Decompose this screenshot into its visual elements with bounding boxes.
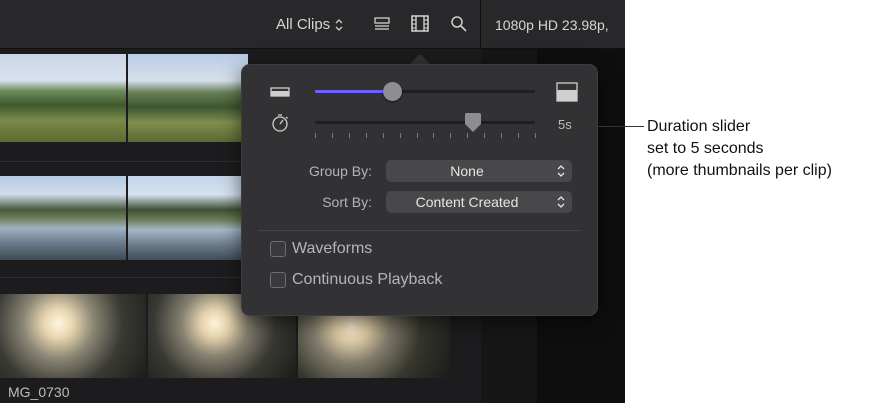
clip-appearance-popover: 5s Group By: None Sort By: Content Creat… [241, 64, 598, 316]
duration-tick [365, 133, 367, 138]
clip-thumbnail [128, 54, 250, 142]
clip-filmstrip-2[interactable] [0, 176, 250, 260]
clip-name-label: MG_0730 [8, 384, 70, 400]
duration-slider-knob[interactable] [464, 113, 482, 133]
duration-tick [535, 133, 536, 138]
callout-line-1: Duration slider [647, 118, 751, 135]
sort-by-value: Content Created [415, 194, 519, 210]
large-clip-height-icon [556, 82, 578, 102]
small-clip-height-icon [270, 85, 290, 99]
group-by-select[interactable]: None [386, 160, 572, 182]
clip-thumbnail [0, 54, 128, 142]
callout-line-3: (more thumbnails per clip) [647, 162, 832, 179]
clip-height-slider-knob[interactable] [383, 82, 402, 101]
duration-tick [416, 133, 418, 138]
callout-leader-line [582, 126, 644, 127]
clip-thumbnail [0, 294, 148, 378]
duration-tick [518, 133, 520, 138]
clip-appearance-icon[interactable] [372, 15, 392, 33]
waveforms-checkbox[interactable] [270, 241, 286, 257]
clips-filter-label: All Clips [276, 16, 331, 33]
group-by-value: None [450, 163, 484, 179]
waveforms-label: Waveforms [292, 240, 373, 257]
duration-tick [484, 133, 486, 138]
sort-by-select[interactable]: Content Created [386, 191, 572, 213]
stopwatch-icon [270, 113, 290, 133]
duration-tick [467, 133, 469, 138]
callout-line-2: set to 5 seconds [647, 140, 764, 157]
continuous-playback-checkbox[interactable] [270, 272, 286, 288]
clip-thumbnail [0, 176, 128, 260]
duration-tick [433, 133, 435, 138]
popover-divider [258, 230, 581, 231]
search-icon[interactable] [449, 15, 469, 33]
updown-chevron-icon [334, 18, 344, 32]
duration-slider[interactable] [315, 113, 536, 138]
group-by-label: Group By: [308, 163, 372, 179]
clip-filmstrip-1[interactable] [0, 54, 250, 142]
toolbar-divider [480, 0, 481, 48]
duration-tick [501, 133, 503, 138]
clip-height-slider-fill [315, 90, 392, 93]
project-format-label: 1080p HD 23.98p, [495, 17, 609, 33]
clip-height-slider[interactable] [315, 82, 535, 101]
duration-tick [348, 133, 350, 138]
duration-tick [382, 133, 384, 138]
duration-tick [399, 133, 401, 138]
continuous-playback-checkbox-row[interactable]: Continuous Playback [270, 271, 442, 289]
sort-by-label: Sort By: [322, 194, 372, 210]
duration-tick [331, 133, 333, 138]
continuous-playback-label: Continuous Playback [292, 271, 443, 288]
duration-value: 5s [558, 117, 572, 132]
updown-chevron-icon [556, 195, 566, 209]
clips-filter-menu[interactable]: All Clips [276, 16, 344, 33]
updown-chevron-icon [556, 164, 566, 178]
duration-tick [315, 133, 316, 138]
duration-callout: Duration slider set to 5 seconds (more t… [647, 116, 832, 182]
duration-tick [450, 133, 452, 138]
clip-thumbnail [128, 176, 250, 260]
filmstrip-icon[interactable] [410, 15, 430, 33]
waveforms-checkbox-row[interactable]: Waveforms [270, 240, 372, 258]
browser-toolbar: All Clips 1080p HD 23.98p, [0, 0, 625, 49]
browser-window: All Clips 1080p HD 23.98p, MG_0730 5s Gr… [0, 0, 625, 403]
